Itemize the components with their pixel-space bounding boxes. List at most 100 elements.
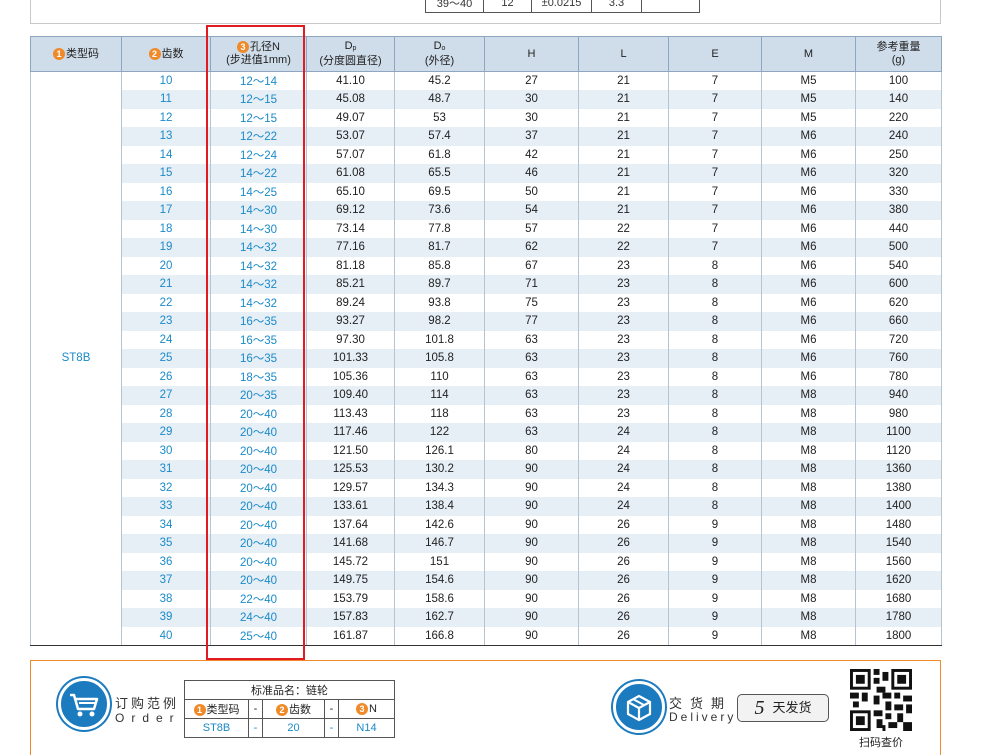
table-cell: 85.21 [306, 275, 395, 294]
table-cell: M8 [761, 441, 856, 460]
table-cell: 7 [668, 238, 762, 257]
table-cell: 100 [855, 71, 942, 90]
header-weight: 参考重量 (g) [855, 36, 942, 72]
table-cell: 97.30 [306, 330, 395, 349]
table-cell: M8 [761, 571, 856, 590]
table-cell: 25 [121, 349, 211, 368]
qr-code-icon[interactable] [850, 669, 912, 731]
table-cell: 93.8 [394, 293, 485, 312]
table-cell: 8 [668, 275, 762, 294]
table-cell: 1120 [855, 441, 942, 460]
table-cell: 121.50 [306, 441, 395, 460]
table-cell: 149.75 [306, 571, 395, 590]
badge-2: 2 [148, 47, 161, 60]
table-cell: 23 [578, 367, 669, 386]
badge-1: 1 [53, 47, 65, 60]
header-sublabel: (步进值1mm) [226, 54, 291, 66]
table-cell: 40 [121, 626, 211, 646]
table-row: 12 12～15 49.07 53 30 21 7 M5 220 [31, 108, 942, 127]
table-cell: 62 [484, 238, 579, 257]
table-cell: 15 [121, 164, 211, 183]
table-cell: 21 [578, 108, 669, 127]
table-cell: 23 [578, 386, 669, 405]
table-cell: 117.46 [306, 423, 395, 442]
table-cell: 20～40 [210, 497, 307, 516]
header-outer-diameter: Do (外径) [394, 36, 485, 72]
table-cell: 8 [668, 478, 762, 497]
order-subtitle: Order [115, 711, 181, 725]
header-label: 类型码 [66, 47, 99, 60]
table-cell: 31 [121, 460, 211, 479]
table-cell: 23 [578, 330, 669, 349]
badge-3: 3 [237, 41, 250, 53]
table-cell: M6 [761, 201, 856, 220]
table-cell: 620 [855, 293, 942, 312]
mini-cell: 12 [483, 0, 532, 13]
table-cell: 7 [668, 164, 762, 183]
table-cell: 14～25 [210, 182, 307, 201]
table-cell: 8 [668, 330, 762, 349]
table-cell: 37 [484, 127, 579, 146]
table-cell: 18～35 [210, 367, 307, 386]
table-cell: M8 [761, 386, 856, 405]
table-cell: 113.43 [306, 404, 395, 423]
mini-cell: ±0.0215 [531, 0, 592, 13]
table-cell: 158.6 [394, 589, 485, 608]
table-cell: 8 [668, 386, 762, 405]
table-cell: 26 [578, 589, 669, 608]
table-row: 37 20～40 149.75 154.6 90 26 9 M8 1620 [31, 571, 942, 590]
delivery-days-number: 5 [754, 697, 765, 719]
table-cell: 90 [484, 460, 579, 479]
table-cell: 122 [394, 423, 485, 442]
table-row: 13 12～22 53.07 57.4 37 21 7 M6 240 [31, 127, 942, 146]
table-cell: 16～35 [210, 349, 307, 368]
table-cell: 14 [121, 145, 211, 164]
table-cell: 21 [578, 127, 669, 146]
table-cell: 1560 [855, 552, 942, 571]
table-cell: 69.12 [306, 201, 395, 220]
table-cell: 90 [484, 478, 579, 497]
table-cell: 90 [484, 626, 579, 646]
table-cell: 1680 [855, 589, 942, 608]
table-cell: 146.7 [394, 534, 485, 553]
table-cell: 8 [668, 441, 762, 460]
table-cell: 16 [121, 182, 211, 201]
table-cell: 89.24 [306, 293, 395, 312]
table-cell: 23 [578, 312, 669, 331]
table-cell: 65.5 [394, 164, 485, 183]
order-header-label: N [369, 703, 377, 715]
table-cell: 9 [668, 515, 762, 534]
table-cell: 14～32 [210, 275, 307, 294]
table-cell: M6 [761, 182, 856, 201]
table-cell: 22 [578, 238, 669, 257]
table-cell: 9 [668, 589, 762, 608]
table-cell: M8 [761, 423, 856, 442]
table-cell: 35 [121, 534, 211, 553]
table-cell: 32 [121, 478, 211, 497]
table-cell: 14～32 [210, 238, 307, 257]
table-cell: 500 [855, 238, 942, 257]
table-cell: 440 [855, 219, 942, 238]
table-cell: 69.5 [394, 182, 485, 201]
table-cell: 220 [855, 108, 942, 127]
table-cell: 154.6 [394, 571, 485, 590]
table-cell: 7 [668, 90, 762, 109]
table-body: ST8B 10 12～14 41.10 45.2 27 21 7 M5 100 11 12～15 45.… [30, 71, 942, 646]
table-cell: 29 [121, 423, 211, 442]
table-cell: 37 [121, 571, 211, 590]
table-cell: 7 [668, 108, 762, 127]
table-cell: 63 [484, 423, 579, 442]
table-cell: 21 [578, 182, 669, 201]
table-cell: 30 [484, 108, 579, 127]
table-cell: 20～40 [210, 423, 307, 442]
table-cell: 1360 [855, 460, 942, 479]
delivery-days-badge: 5 天发货 [737, 694, 829, 722]
table-cell: 101.8 [394, 330, 485, 349]
table-cell: 12～14 [210, 71, 307, 90]
table-cell: 600 [855, 275, 942, 294]
table-cell: 20 [121, 256, 211, 275]
table-row: 21 14～32 85.21 89.7 71 23 8 M6 600 [31, 275, 942, 294]
table-row: 15 14～22 61.08 65.5 46 21 7 M6 320 [31, 164, 942, 183]
table-cell: 90 [484, 515, 579, 534]
header-pitch-diameter: Dp (分度圆直径) [306, 36, 395, 72]
